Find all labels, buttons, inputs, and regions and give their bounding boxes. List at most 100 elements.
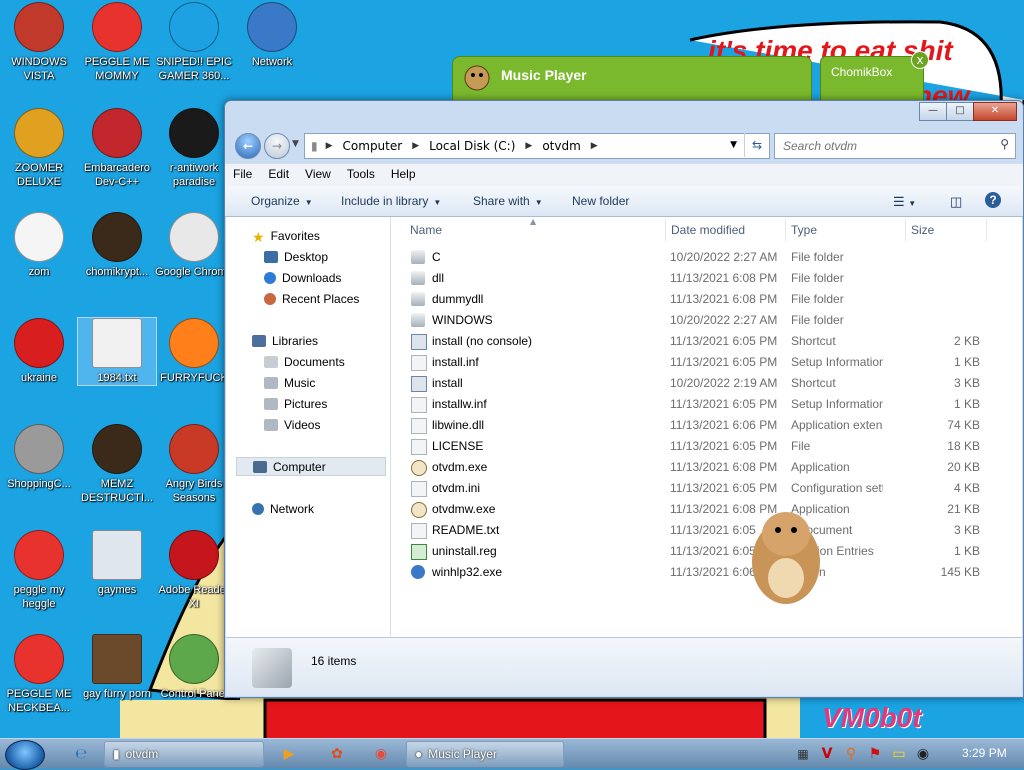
breadcrumb-separator-icon[interactable]: ▶ — [525, 141, 532, 151]
file-row[interactable]: otvdmw.exe 11/13/2021 6:08 PM Application 2… — [408, 499, 1008, 520]
breadcrumb-separator-icon[interactable]: ▶ — [326, 141, 333, 151]
search-box[interactable]: ⚲ — [774, 133, 1016, 159]
nav-desktop[interactable]: Desktop — [264, 250, 328, 264]
desktop-icon[interactable]: gay fürry porn — [78, 634, 156, 701]
nav-computer[interactable]: Computer — [236, 457, 386, 476]
nav-music[interactable]: Music — [264, 376, 315, 390]
file-row[interactable]: dummydll 11/13/2021 6:08 PM File folder — [408, 289, 1008, 310]
column-divider[interactable] — [986, 219, 987, 241]
desktop-icon[interactable]: WINDOWS VISTA — [0, 2, 78, 83]
desktop-icon[interactable]: ukraine — [0, 318, 78, 385]
menu-view[interactable]: View — [297, 164, 339, 184]
desktop-icon[interactable]: peggle my heggle — [0, 530, 78, 611]
file-row[interactable]: winhlp32.exe11/13/2021 6:06ication145 KB — [408, 562, 1008, 583]
file-row[interactable]: installw.inf 11/13/2021 6:05 PM Setup Info… — [408, 394, 1008, 415]
breadcrumb-computer[interactable]: Computer — [343, 139, 403, 153]
explorer-window[interactable]: — □ ✕ ← → ▼ ▮ ▶ Computer ▶ Local Disk (C… — [224, 100, 1024, 698]
desktop-icon[interactable]: MEMZ DESTRUCTI... — [78, 424, 156, 505]
tray-flag-icon[interactable]: ⚑ — [864, 743, 886, 765]
desktop-icon[interactable]: PEGGLE ME MOMMY — [78, 2, 156, 83]
file-row[interactable]: otvdm.ini 11/13/2021 6:05 PM Configuration… — [408, 478, 1008, 499]
desktop-icon[interactable]: ShoppingC... — [0, 424, 78, 491]
media-player-icon[interactable]: ▶ — [278, 743, 300, 765]
address-dropdown-icon[interactable]: ▼ — [730, 140, 737, 150]
close-button[interactable]: ✕ — [973, 102, 1017, 121]
nav-recent-places[interactable]: Recent Places — [264, 292, 359, 306]
column-header-name[interactable]: Name — [410, 223, 442, 237]
search-input[interactable] — [781, 138, 985, 154]
search-icon[interactable]: ⚲ — [1000, 137, 1009, 151]
file-row[interactable]: libwine.dll 11/13/2021 6:06 PM Application… — [408, 415, 1008, 436]
desktop-icon[interactable]: Embarcadero Dev-C++ — [78, 108, 156, 189]
column-header-size[interactable]: Size — [911, 223, 934, 237]
tray-message-icon[interactable]: ▭ — [888, 743, 910, 765]
file-row[interactable]: LICENSE 11/13/2021 6:05 PM File 18 KB — [408, 436, 1008, 457]
back-button[interactable]: ← — [235, 133, 261, 159]
desktop-icon[interactable]: gaymes — [78, 530, 156, 597]
taskbar-explorer-task[interactable]: ▮ otvdm — [104, 741, 264, 767]
maximize-button[interactable]: □ — [946, 102, 974, 121]
desktop-icon[interactable]: Adobe Reader XI — [155, 530, 233, 611]
tray-network-icon[interactable]: ▦ — [792, 743, 814, 765]
start-button[interactable] — [5, 740, 45, 770]
clock[interactable]: 3:29 PM — [962, 746, 1007, 760]
organize-button[interactable]: Organize ▼ — [251, 194, 313, 208]
menu-help[interactable]: Help — [383, 164, 424, 184]
desktop-icon[interactable]: ZOOMER DELUXE — [0, 108, 78, 189]
new-folder-button[interactable]: New folder — [572, 194, 629, 208]
column-divider[interactable] — [905, 219, 906, 241]
nav-favorites[interactable]: ★ Favorites — [252, 229, 320, 245]
recent-pages-dropdown-icon[interactable]: ▼ — [292, 139, 299, 149]
menu-file[interactable]: File — [225, 164, 260, 184]
file-row[interactable]: WINDOWS 10/20/2022 2:27 AM File folder — [408, 310, 1008, 331]
breadcrumb-otvdm[interactable]: otvdm — [542, 139, 580, 153]
column-header-type[interactable]: Type — [791, 223, 817, 237]
preview-pane-icon[interactable]: ◫ — [950, 194, 962, 210]
minimize-button[interactable]: — — [919, 102, 947, 121]
menu-tools[interactable]: Tools — [339, 164, 383, 184]
refresh-button[interactable]: ⇆ — [744, 133, 769, 157]
nav-documents[interactable]: Documents — [264, 355, 345, 369]
nav-videos[interactable]: Videos — [264, 418, 320, 432]
nav-pictures[interactable]: Pictures — [264, 397, 327, 411]
desktop-icon[interactable]: chomikrypt... — [78, 212, 156, 279]
file-row[interactable]: README.txt 11/13/2021 6:05 t Document 3 KB — [408, 520, 1008, 541]
desktop-icon[interactable]: zom — [0, 212, 78, 279]
desktop-icon[interactable]: Control Panel — [155, 634, 233, 701]
breadcrumb-separator-icon[interactable]: ▶ — [591, 141, 598, 151]
desktop-icon[interactable]: Google Chrome — [155, 212, 233, 279]
menu-edit[interactable]: Edit — [260, 164, 297, 184]
nav-downloads[interactable]: Downloads — [264, 271, 341, 285]
file-row[interactable]: C 10/20/2022 2:27 AM File folder — [408, 247, 1008, 268]
column-divider[interactable] — [665, 219, 666, 241]
nav-network[interactable]: Network — [252, 502, 314, 516]
column-header-date[interactable]: Date modified — [671, 223, 745, 237]
desktop-icon[interactable]: r-antiwork paradise — [155, 108, 233, 189]
share-with-button[interactable]: Share with ▼ — [473, 194, 543, 208]
file-row[interactable]: install.inf 11/13/2021 6:05 PM Setup Infor… — [408, 352, 1008, 373]
chrome-icon[interactable]: ◉ — [370, 743, 392, 765]
nav-libraries[interactable]: Libraries — [252, 334, 318, 348]
desktop-icon[interactable]: Angry Birds Seasons — [155, 424, 233, 505]
file-row[interactable]: install 10/20/2022 2:19 AM Shortcut 3 KB — [408, 373, 1008, 394]
address-bar[interactable]: ▮ ▶ Computer ▶ Local Disk (C:) ▶ otvdm ▶… — [304, 133, 770, 159]
desktop-icon[interactable]: 1984.txt — [77, 317, 157, 386]
file-row[interactable]: dll 11/13/2021 6:08 PM File folder — [408, 268, 1008, 289]
internet-explorer-icon[interactable]: ℮ — [70, 743, 92, 765]
forward-button[interactable]: → — [264, 133, 290, 159]
file-row[interactable]: otvdm.exe 11/13/2021 6:08 PM Application 20… — [408, 457, 1008, 478]
breadcrumb-separator-icon[interactable]: ▶ — [412, 141, 419, 151]
tray-search-icon[interactable]: ⚲ — [840, 743, 862, 765]
help-icon[interactable]: ? — [985, 192, 1001, 208]
desktop-icon[interactable]: PEGGLE ME NECKBEA... — [0, 634, 78, 715]
file-row[interactable]: uninstall.reg 11/13/2021 6:05 istration En… — [408, 541, 1008, 562]
column-divider[interactable] — [785, 219, 786, 241]
view-options-icon[interactable]: ☰ ▼ — [893, 194, 916, 210]
breadcrumb-local-disk[interactable]: Local Disk (C:) — [429, 139, 515, 153]
chomikbox-close-button[interactable]: x — [911, 51, 929, 69]
desktop-icon[interactable]: SNIPED!! EPIC GAMER 360... — [155, 2, 233, 83]
desktop-icon[interactable]: FURRYFUCK — [155, 318, 233, 385]
tray-volume-icon[interactable]: ◉ — [912, 743, 934, 765]
taskbar-music-player-task[interactable]: ● Music Player — [406, 741, 564, 767]
tray-antivirus-icon[interactable]: V — [816, 743, 838, 765]
